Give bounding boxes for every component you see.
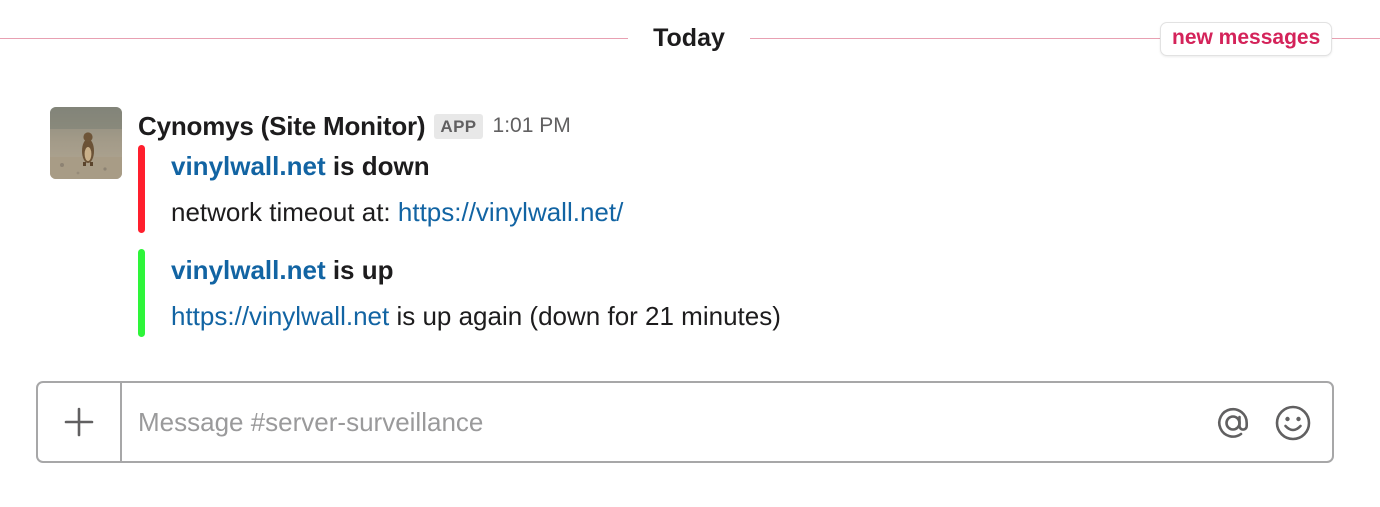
site-link[interactable]: vinylwall.net [171,255,326,285]
emoji-button[interactable] [1274,404,1312,442]
sender-name[interactable]: Cynomys (Site Monitor) [138,111,426,142]
emoji-icon [1275,405,1311,441]
site-link[interactable]: vinylwall.net [171,151,326,181]
at-icon [1218,407,1249,438]
body-suffix: is up again (down for 21 minutes) [389,301,781,331]
status-text: is down [325,151,430,181]
url-link[interactable]: https://vinylwall.net/ [398,197,623,227]
attachment-title: vinylwall.net is up [171,255,394,286]
attachment-body: https://vinylwall.net is up again (down … [171,301,781,332]
app-badge: APP [434,113,483,139]
divider-line-left [0,38,628,39]
message-header: Cynomys (Site Monitor) APP 1:01 PM [138,108,571,144]
day-divider: Today new messages [0,22,1380,56]
url-link[interactable]: https://vinylwall.net [171,301,389,331]
prairie-dog-avatar-icon [50,107,122,179]
avatar[interactable] [50,107,122,179]
mention-button[interactable] [1214,404,1252,442]
day-divider-label: Today [653,24,725,52]
message-timestamp[interactable]: 1:01 PM [493,114,571,138]
status-bar-up [138,249,145,337]
attachment-body: network timeout at: https://vinylwall.ne… [171,197,623,228]
body-prefix: network timeout at: [171,197,398,227]
message-input[interactable] [138,383,1198,461]
plus-icon [64,407,94,437]
channel-view: Today new messages Cynomys (Site Monitor… [0,0,1380,507]
add-attachment-button[interactable] [38,383,122,461]
message-composer [36,381,1334,463]
new-messages-badge[interactable]: new messages [1160,22,1333,56]
attachment-title: vinylwall.net is down [171,151,430,182]
attachment-site-down: vinylwall.net is down network timeout at… [138,145,1038,233]
attachment-site-up: vinylwall.net is up https://vinylwall.ne… [138,249,1038,337]
status-bar-down [138,145,145,233]
status-text: is up [325,255,394,285]
